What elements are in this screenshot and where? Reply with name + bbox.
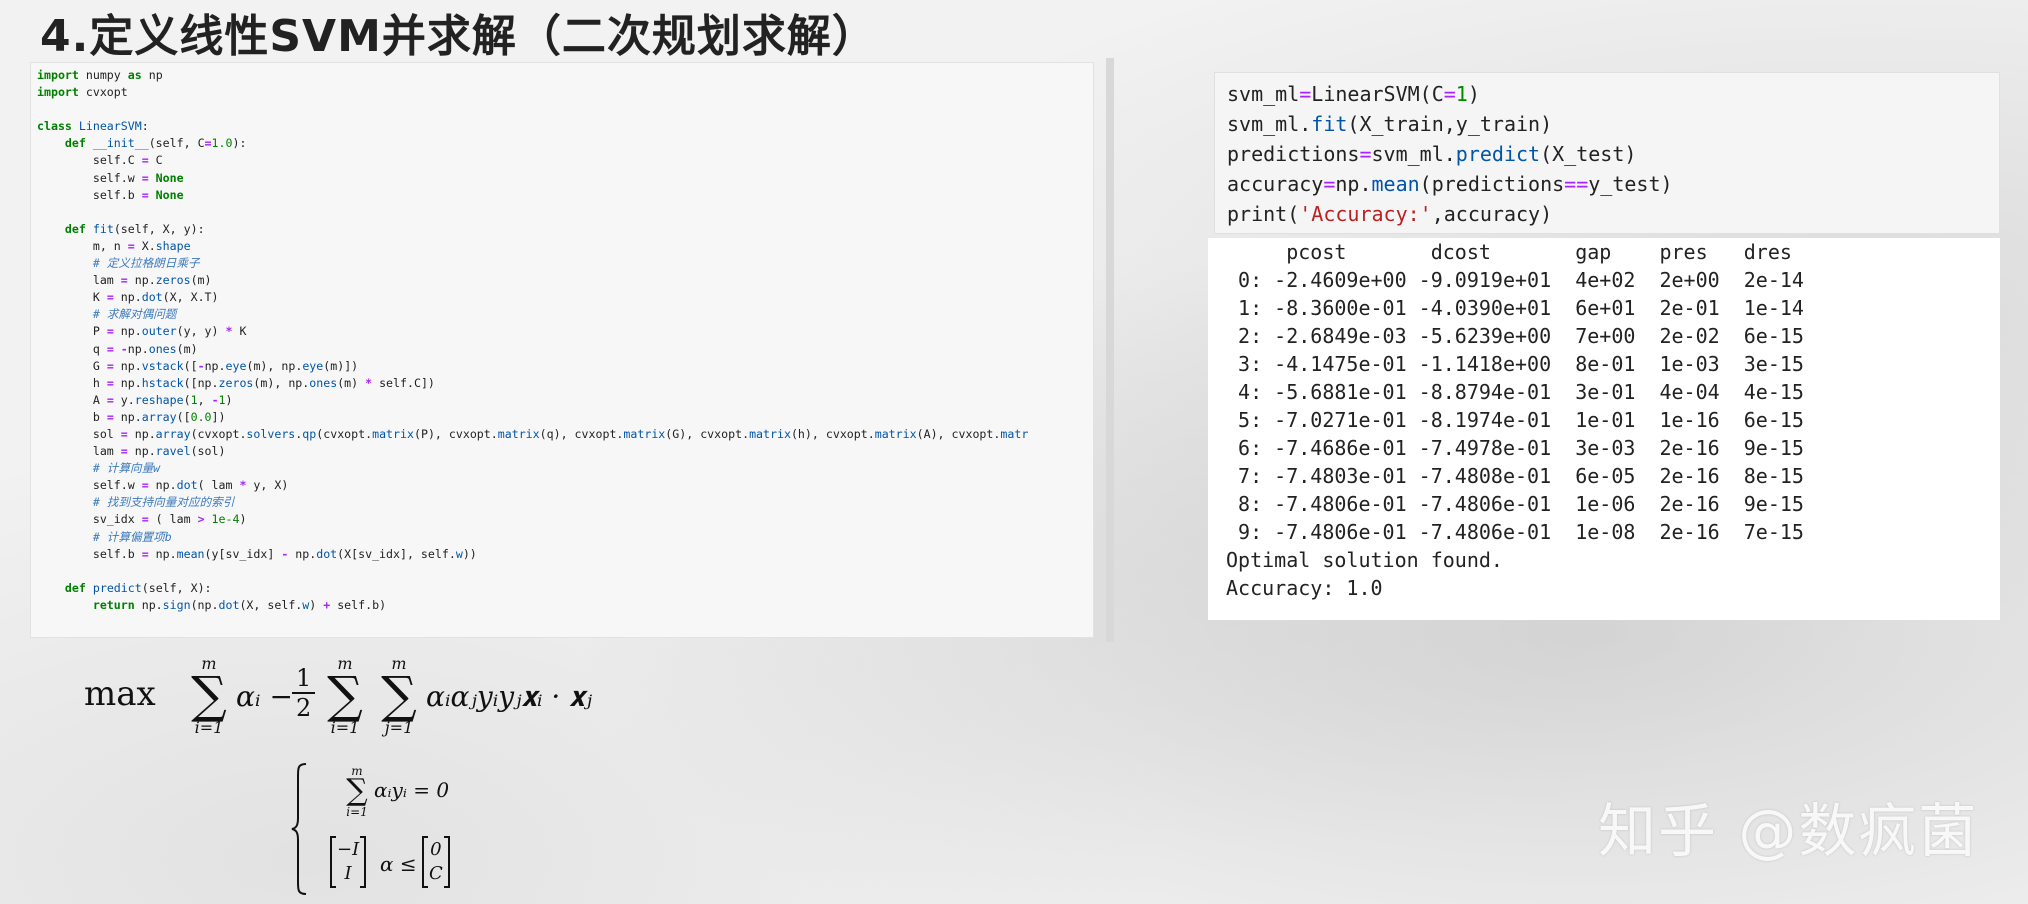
code-line: h = np.hstack([np.zeros(m), np.ones(m) *… [37,375,435,390]
slide-title: 4.定义线性SVM并求解（二次规划求解） [40,11,877,62]
cell-line: accuracy=np.mean(predictions==y_test) [1227,172,1673,196]
code-line: # 求解对偶问题 [92,307,177,322]
constraint-sum-symbol: m ∑ i=1 [346,764,368,819]
matrix-zero-c: 0 C [422,836,450,888]
cell-line: print('Accuracy:',accuracy) [1227,202,1553,226]
code-line: K = np.dot(X, X.T) [37,290,219,305]
formula-term1: αᵢ − [236,680,293,713]
output-header: pcost dcost gap pres dres [1226,240,1792,264]
formula-term2: αᵢαⱼyᵢyⱼ𝐱ᵢ · 𝐱ⱼ [426,680,592,713]
code-line: lam = np.ravel(sol) [37,444,226,459]
constraints-formula: m ∑ i=1 αᵢyᵢ = 0 −I I α ≤ 0 C [290,760,510,900]
code-block: import numpy as np import cvxopt class L… [31,63,1093,618]
code-line: G = np.vstack([-np.eye(m), np.eye(m)]) [37,358,359,373]
code-line: self.w = np.dot( lam * y, X) [37,478,289,493]
code-screenshot-panel: import numpy as np import cvxopt class L… [30,62,1094,638]
code-line: lam = np.zeros(m) [37,273,212,288]
code-line: def __init__(self, C=1.0): [64,136,247,151]
output-row: 2: -2.6849e-03 -5.6239e+00 7e+00 2e-02 6… [1226,324,1804,348]
output-row: 3: -4.1475e-01 -1.1418e+00 8e-01 1e-03 3… [1226,352,1804,376]
code-line: q = -np.ones(m) [37,341,198,356]
code-line: self.w = None [37,170,184,185]
code-line: # 计算偏置项b [92,529,172,544]
notebook-output: pcost dcost gap pres dres 0: -2.4609e+00… [1208,238,2000,620]
output-row: 0: -2.4609e+00 -9.0919e+01 4e+02 2e+00 2… [1226,268,1804,292]
formula-half: 1 2 [292,664,316,722]
code-line: self.b = np.mean(y[sv_idx] - np.dot(X[sv… [37,546,477,561]
sum-symbol: m ∑ i=1 [191,654,227,737]
output-row: 4: -5.6881e-01 -8.8794e-01 3e-01 4e-04 4… [1226,380,1804,404]
sum-symbol: m ∑ i=1 [327,654,363,737]
code-line: P = np.outer(y, y) * K [37,324,247,339]
output-status: Optimal solution found. [1226,548,1503,572]
code-panel-scrollbar [1106,58,1114,642]
code-line: A = y.reshape(1, -1) [37,392,233,407]
output-row: 5: -7.0271e-01 -8.1974e-01 1e-01 1e-16 6… [1226,408,1804,432]
watermark: 知乎 @数疯菌 [1598,797,1979,865]
cell-line: predictions=svm_ml.predict(X_test) [1227,142,1637,166]
cell-line: svm_ml.fit(X_train,y_train) [1227,112,1553,136]
output-row: 8: -7.4806e-01 -7.4806e-01 1e-06 2e-16 9… [1226,492,1804,516]
sum-symbol: m ∑ j=1 [381,654,417,737]
code-line: sv_idx = ( lam > 1e-4) [37,512,247,527]
output-row: 6: -7.4686e-01 -7.4978e-01 3e-03 2e-16 9… [1226,436,1804,460]
code-line: # 定义拉格朗日乘子 [92,256,200,271]
constraint-1: αᵢyᵢ = 0 [374,778,450,802]
code-line: def predict(self, X): [64,580,212,595]
dual-objective-formula: max m ∑ i=1 αᵢ − 1 2 m ∑ i=1 m ∑ j=1 αᵢα… [84,650,624,750]
cell-code: svm_ml=LinearSVM(C=1) svm_ml.fit(X_train… [1215,73,1999,235]
code-line: self.C = C [37,153,163,168]
output-row: 1: -8.3600e-01 -4.0390e+01 6e+01 2e-01 1… [1226,296,1804,320]
matrix-neg-i-i: −I I [330,836,367,888]
code-line: # 找到支持向量对应的索引 [92,495,235,510]
output-row: 9: -7.4806e-01 -7.4806e-01 1e-08 2e-16 7… [1226,520,1804,544]
output-text: pcost dcost gap pres dres 0: -2.4609e+00… [1208,238,2000,602]
formula-max: max [84,674,156,714]
code-line: self.b = None [37,187,184,202]
constraint-2: α ≤ [380,852,417,876]
code-line: m, n = X.shape [37,238,191,253]
code-line: sol = np.array(cvxopt.solvers.qp(cvxopt.… [37,426,1029,441]
left-brace-icon [291,763,307,895]
code-line: import numpy as np [37,68,163,82]
code-line: import cvxopt [37,85,128,100]
code-line: return np.sign(np.dot(X, self.w) + self.… [92,597,387,612]
output-accuracy: Accuracy: 1.0 [1226,576,1383,600]
output-row: 7: -7.4803e-01 -7.4808e-01 6e-05 2e-16 8… [1226,464,1804,488]
code-line: class LinearSVM: [37,119,149,134]
code-line: def fit(self, X, y): [64,221,205,236]
code-line: # 计算向量w [92,461,161,476]
cell-line: svm_ml=LinearSVM(C=1) [1227,82,1480,106]
notebook-input-cell: svm_ml=LinearSVM(C=1) svm_ml.fit(X_train… [1214,72,2000,234]
code-line: b = np.array([0.0]) [37,409,226,424]
